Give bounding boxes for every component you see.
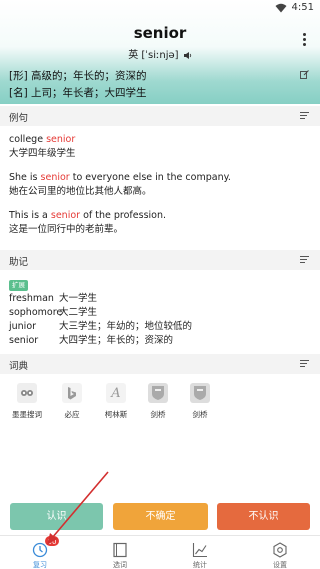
word-title: senior: [133, 24, 187, 42]
mnemonic-item: junior 大三学生；年幼的；地位较低的: [9, 321, 193, 332]
mnemonic-list: 扩展 freshman 大一学生 sophomore大二学生 junior 大三学生…: [9, 278, 192, 348]
phonetic[interactable]: 英 [ˈsiːnjə]: [0, 46, 320, 61]
example-zh: 这是一位同行中的老前辈。: [9, 224, 124, 235]
example-zh: 大学四年级学生: [9, 148, 76, 159]
tab-label: 复习: [33, 561, 47, 569]
definition-noun: [名] 上司；年长者；大四学生: [9, 87, 147, 99]
examples-section-header: 例句: [0, 106, 320, 126]
bottom-tab-bar: 50 复习 选词 统计 设置: [0, 535, 320, 569]
tab-review[interactable]: 50 复习: [0, 535, 80, 569]
tab-label: 选词: [113, 561, 127, 569]
status-bar: 4:51: [0, 0, 320, 16]
definition-adj: [形] 高级的；年长的；资深的: [9, 70, 147, 82]
mnemonic-item: freshman 大一学生: [9, 293, 98, 304]
dict-collins[interactable]: A 柯林斯: [96, 383, 136, 420]
dictionary-title: 词典: [9, 361, 29, 372]
unknown-button[interactable]: 不认识: [217, 503, 310, 530]
example-item: She is senior to everyone else in the co…: [9, 171, 231, 199]
phonetic-text: 英 [ˈsiːnjə]: [128, 50, 179, 61]
example-item: This is a senior of the profession. 这是一位…: [9, 209, 231, 237]
sort-icon[interactable]: [300, 360, 309, 369]
more-menu-icon[interactable]: [303, 33, 307, 48]
know-button[interactable]: 认识: [10, 503, 103, 530]
collins-icon: A: [106, 383, 126, 403]
cambridge-icon: [190, 383, 210, 403]
example-en: This is a senior of the profession.: [9, 210, 167, 221]
examples-title: 例句: [9, 113, 29, 124]
book-icon: [113, 542, 127, 558]
speaker-icon[interactable]: [183, 51, 192, 59]
tab-statistics[interactable]: 统计: [160, 536, 240, 569]
example-item: college senior 大学四年级学生: [9, 133, 231, 161]
gear-icon: [273, 542, 287, 558]
mnemonic-item: senior 大四学生；年长的；资深的: [9, 335, 174, 346]
unsure-button[interactable]: 不确定: [113, 503, 208, 530]
dict-bing[interactable]: 必应: [52, 383, 92, 420]
example-list: college senior 大学四年级学生 She is senior to …: [9, 133, 231, 237]
word-header: 4:51 senior 英 [ˈsiːnjə] [形] 高级的；年长的；资深的 …: [0, 0, 320, 104]
tab-settings[interactable]: 设置: [240, 536, 320, 569]
example-en: college senior: [9, 134, 76, 145]
owl-icon: [17, 383, 37, 403]
expand-tag[interactable]: 扩展: [9, 280, 28, 291]
bing-icon: [62, 383, 82, 403]
example-en: She is senior to everyone else in the co…: [9, 172, 231, 183]
mnemonic-item: sophomore大二学生: [9, 307, 98, 318]
status-time: 4:51: [291, 2, 314, 13]
cambridge-icon: [148, 383, 168, 403]
review-count-badge: 50: [44, 535, 60, 547]
definitions: [形] 高级的；年长的；资深的 [名] 上司；年长者；大四学生: [9, 68, 147, 102]
edit-icon[interactable]: [300, 70, 309, 79]
mnemonic-title: 助记: [9, 257, 29, 268]
sort-icon[interactable]: [300, 112, 309, 121]
dict-cambridge-2[interactable]: 剑桥: [180, 383, 220, 420]
tab-label: 设置: [273, 561, 287, 569]
sort-icon[interactable]: [300, 256, 309, 265]
dict-momo[interactable]: 墨墨搜词: [7, 383, 47, 420]
mnemonic-section-header: 助记: [0, 250, 320, 270]
tab-label: 统计: [193, 561, 207, 569]
wifi-icon: [275, 3, 287, 13]
tab-select-words[interactable]: 选词: [80, 536, 160, 569]
dictionary-section-header: 词典: [0, 354, 320, 374]
example-zh: 她在公司里的地位比其他人都高。: [9, 186, 152, 197]
chart-icon: [192, 543, 207, 558]
dict-cambridge[interactable]: 剑桥: [138, 383, 178, 420]
